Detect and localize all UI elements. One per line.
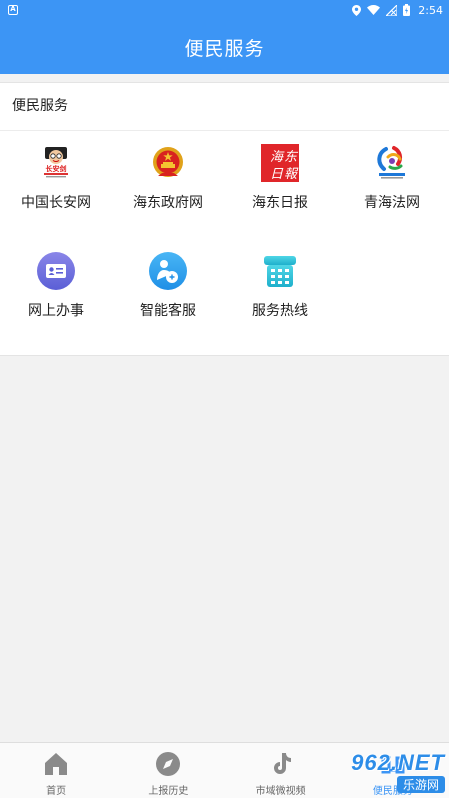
qinghai-law-logo-icon [372,143,412,183]
id-card-icon [36,251,76,291]
svg-text:长安剑: 长安剑 [46,164,67,173]
service-item-label: 海东政府网 [133,195,203,211]
service-icon [379,750,407,778]
notification-a-icon: A [8,5,18,15]
service-item-label: 智能客服 [140,303,196,319]
tab-micro-video[interactable]: 市域微视频 [225,743,337,798]
phone-hotline-icon [260,251,300,291]
location-icon [352,4,362,16]
service-item-label: 青海法网 [364,195,420,211]
changan-logo-icon: 长安剑 [36,143,76,183]
service-item-label: 服务热线 [252,303,308,319]
service-item-qinghai-law[interactable]: 青海法网 [336,131,448,239]
page-title: 便民服务 [184,37,265,60]
tab-report-history[interactable]: 上报历史 [112,743,224,798]
service-grid: 长安剑 中国长安网 海东政府网 海 东 日 報 海东日报 青海法网 网上办事 智… [0,131,449,347]
app-screen: A 2:54 便民服务 便民服务 长安剑 中国长安网 海东政府网 海 东 日 報… [0,0,449,798]
service-item-hotline[interactable]: 服务热线 [224,239,336,347]
no-signal-icon [386,4,398,16]
svg-text:东: 东 [284,150,299,165]
service-panel: 便民服务 长安剑 中国长安网 海东政府网 海 东 日 報 海东日报 青海法网 网… [0,82,449,356]
battery-icon [403,4,411,16]
svg-text:海: 海 [270,150,285,165]
service-item-label: 海东日报 [252,195,308,211]
wifi-icon [367,5,381,15]
service-item-haidong-gov[interactable]: 海东政府网 [112,131,224,239]
compass-icon [154,750,182,778]
svg-text:日: 日 [270,167,284,182]
customer-service-icon [148,251,188,291]
app-header: 便民服务 [0,20,449,74]
tab-convenience-service[interactable]: 便民服务 [337,743,449,798]
haidong-daily-logo-icon: 海 东 日 報 [260,143,300,183]
tiktok-icon [267,750,295,778]
service-item-changan[interactable]: 长安剑 中国长安网 [0,131,112,239]
service-item-label: 中国长安网 [21,195,91,211]
tab-label: 便民服务 [372,786,413,797]
tab-label: 上报历史 [148,786,189,797]
section-title: 便民服务 [0,83,449,131]
bottom-nav: 首页 上报历史 市域微视频 便民服务 [0,742,449,798]
service-item-haidong-daily[interactable]: 海 东 日 報 海东日报 [224,131,336,239]
tab-label: 首页 [46,786,67,797]
status-time: 2:54 [418,3,443,17]
home-icon [42,750,70,778]
service-item-online-affairs[interactable]: 网上办事 [0,239,112,347]
service-item-label: 网上办事 [28,303,84,319]
tab-home[interactable]: 首页 [0,743,112,798]
service-item-smart-service[interactable]: 智能客服 [112,239,224,347]
national-emblem-icon [148,143,188,183]
tab-label: 市域微视频 [255,786,306,797]
svg-text:報: 報 [284,167,299,182]
status-bar: A 2:54 [0,0,449,20]
